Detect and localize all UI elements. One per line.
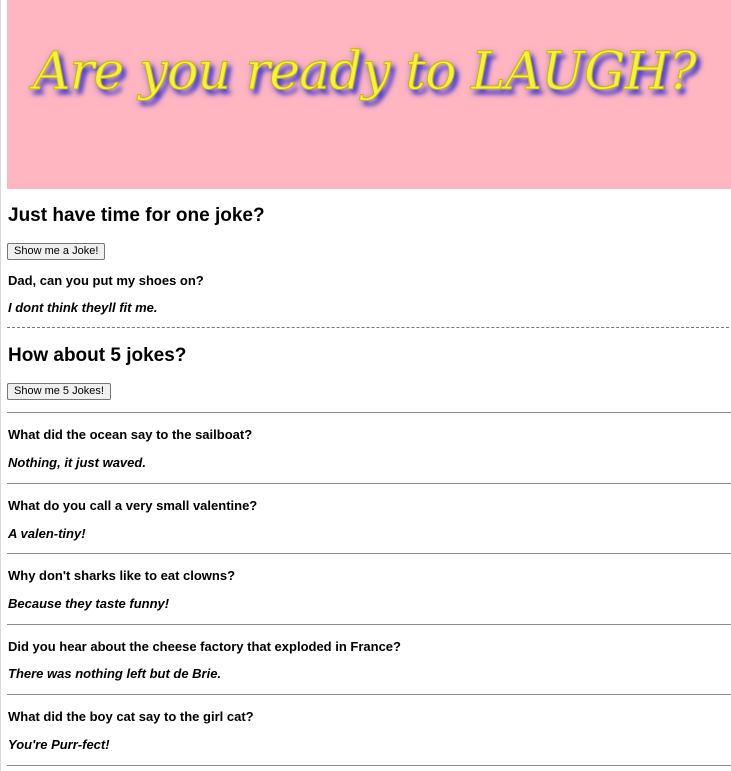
single-joke-question: Dad, can you put my shoes on? (8, 273, 204, 288)
joke-answer: Because they taste funny! (8, 596, 170, 611)
section-divider (7, 327, 729, 328)
joke-divider (7, 412, 731, 413)
joke-divider (7, 694, 731, 695)
joke-divider (7, 765, 731, 766)
joke-question: What do you call a very small valentine? (8, 498, 258, 513)
joke-question: Why don't sharks like to eat clowns? (8, 568, 236, 583)
banner-title: Are you ready to LAUGH? (33, 42, 698, 103)
joke-divider (7, 553, 731, 554)
show-joke-button[interactable]: Show me a Joke! (7, 243, 106, 260)
joke-answer: There was nothing left but de Brie. (8, 666, 222, 681)
header-banner: Are you ready to LAUGH? (7, 0, 731, 189)
show-five-jokes-button[interactable]: Show me 5 Jokes! (7, 383, 111, 400)
joke-question: Did you hear about the cheese factory th… (8, 639, 401, 654)
joke-answer: You're Purr-fect! (8, 737, 110, 752)
joke-question: What did the boy cat say to the girl cat… (8, 709, 254, 724)
five-jokes-heading: How about 5 jokes? (8, 345, 187, 366)
single-joke-heading: Just have time for one joke? (8, 205, 265, 226)
joke-question: What did the ocean say to the sailboat? (8, 427, 253, 442)
joke-answer: Nothing, it just waved. (8, 455, 146, 470)
joke-divider (7, 483, 731, 484)
left-border (0, 0, 1, 771)
single-joke-answer: I dont think theyll fit me. (8, 300, 158, 315)
joke-answer: A valen-tiny! (8, 526, 86, 541)
joke-divider (7, 624, 731, 625)
page: Are you ready to LAUGH? Just have time f… (0, 0, 731, 771)
